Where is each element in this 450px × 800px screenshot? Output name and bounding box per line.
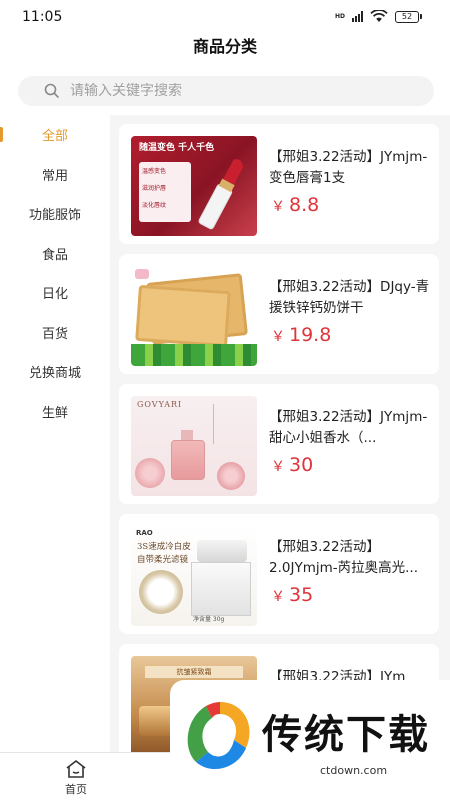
packaging-graphic [131,344,257,366]
price-value: 35 [289,584,314,606]
price-value: 30 [289,454,314,476]
brand-logo-icon [135,269,149,279]
status-time: 11:05 [22,9,63,25]
home-icon [66,760,86,778]
product-image-biscuits [131,266,257,366]
signal-icon [352,11,363,22]
product-price: ￥ 35 [271,584,313,606]
category-general-goods[interactable]: 百货 [0,313,110,353]
perfume-cap [181,430,193,440]
product-card[interactable]: RAO 3S速成冷白皮 自带柔光滤镜 净含量 30g 【邢姐3.22活动】2.0… [119,514,439,634]
lipstick-graphic [198,159,244,230]
category-label: 兑换商城 [28,366,81,382]
product-card[interactable]: 【邢姐3.22活动】DJqy-青援铁锌钙奶饼干 ￥ 19.8 [119,254,439,374]
decor-lines [213,404,253,444]
category-fresh[interactable]: 生鲜 [0,392,110,432]
nav-home[interactable]: 首页 [50,759,102,797]
product-price: ￥ 30 [271,454,313,476]
search-icon [44,83,59,98]
category-label: 生鲜 [41,405,68,421]
perfume-bottle-graphic [171,440,205,480]
price-value: 8.8 [289,194,320,216]
status-icons: HD 52 [335,10,422,23]
currency-symbol: ￥ [271,199,285,215]
image-caption: 温感变色 [142,168,167,175]
battery-level: 52 [395,10,419,23]
jar-lid-graphic [197,540,247,562]
category-common[interactable]: 常用 [0,155,110,195]
network-type-label: HD [334,12,345,20]
flower-graphic [217,462,245,490]
image-caption: 3S速成冷白皮 [137,542,191,552]
image-panel: 温感变色 滋润护唇 淡化唇纹 [139,162,191,222]
biscuit-graphic [135,284,231,348]
image-caption: 抗皱紧致霜 [145,666,243,678]
category-sidebar: 全部 常用 功能服饰 食品 日化 百货 兑换商城 生鲜 [0,115,110,755]
category-label: 常用 [41,168,68,184]
category-food[interactable]: 食品 [0,234,110,274]
product-name: 【邢姐3.22活动】JYmjm-变色唇膏1支 [269,149,428,186]
product-list[interactable]: 随温变色 千人千色 温感变色 滋润护唇 淡化唇纹 【邢姐3.22活动】JYmjm… [110,115,450,755]
category-label: 全部 [41,129,68,145]
category-all[interactable]: 全部 [0,115,110,155]
status-bar: 11:05 HD 52 [0,0,450,34]
product-name: 【邢姐3.22活动】JYmjm-甜心小姐香水（... [269,409,428,446]
wifi-icon [370,10,388,22]
category-label: 百货 [41,326,68,342]
product-card[interactable]: 随温变色 千人千色 温感变色 滋润护唇 淡化唇纹 【邢姐3.22活动】JYmjm… [119,124,439,244]
currency-symbol: ￥ [271,329,285,345]
product-price: ￥ 8.8 [271,194,319,216]
category-daily-chemicals[interactable]: 日化 [0,273,110,313]
category-label: 食品 [41,247,68,263]
active-indicator [0,127,3,142]
image-caption: 滋润护唇 [142,185,167,192]
nav-home-label: 首页 [65,783,87,796]
search-input[interactable] [70,83,410,99]
watermark-text: 传统下载 [262,712,430,758]
image-caption: 自带柔光滤镜 [137,555,189,565]
currency-symbol: ￥ [271,459,285,475]
battery-icon: 52 [395,10,422,23]
badge-graphic [139,570,183,614]
product-price: ￥ 19.8 [271,324,331,346]
product-image-cream: RAO 3S速成冷白皮 自带柔光滤镜 净含量 30g [131,526,257,626]
page-title: 商品分类 [192,37,257,56]
image-caption: 净含量 30g [193,616,225,623]
search-bar[interactable] [18,76,434,106]
category-label: 日化 [41,287,68,303]
product-image-lipstick: 随温变色 千人千色 温感变色 滋润护唇 淡化唇纹 [131,136,257,236]
image-caption: 淡化唇纹 [142,202,167,209]
product-name: 【邢姐3.22活动】2.0JYmjm-芮拉奥高光... [269,539,418,576]
watermark-logo-icon [187,702,250,770]
watermark-url: ctdown.com [320,764,388,777]
image-caption: RAO [136,529,153,537]
category-exchange-mall[interactable]: 兑换商城 [0,352,110,392]
product-card[interactable]: GOVYARI 【邢姐3.22活动】JYmjm-甜心小姐香水（... ￥ 30 [119,384,439,504]
category-functional-apparel[interactable]: 功能服饰 [0,194,110,234]
price-value: 19.8 [289,324,332,346]
image-caption: GOVYARI [137,400,183,409]
category-label: 功能服饰 [28,208,81,224]
flower-graphic [135,458,165,488]
product-name: 【邢姐3.22活动】DJqy-青援铁锌钙奶饼干 [269,279,430,316]
watermark: 传统下载 ctdown.com [170,680,450,800]
jar-box-graphic [191,562,251,616]
product-image-perfume: GOVYARI [131,396,257,496]
currency-symbol: ￥ [271,589,285,605]
